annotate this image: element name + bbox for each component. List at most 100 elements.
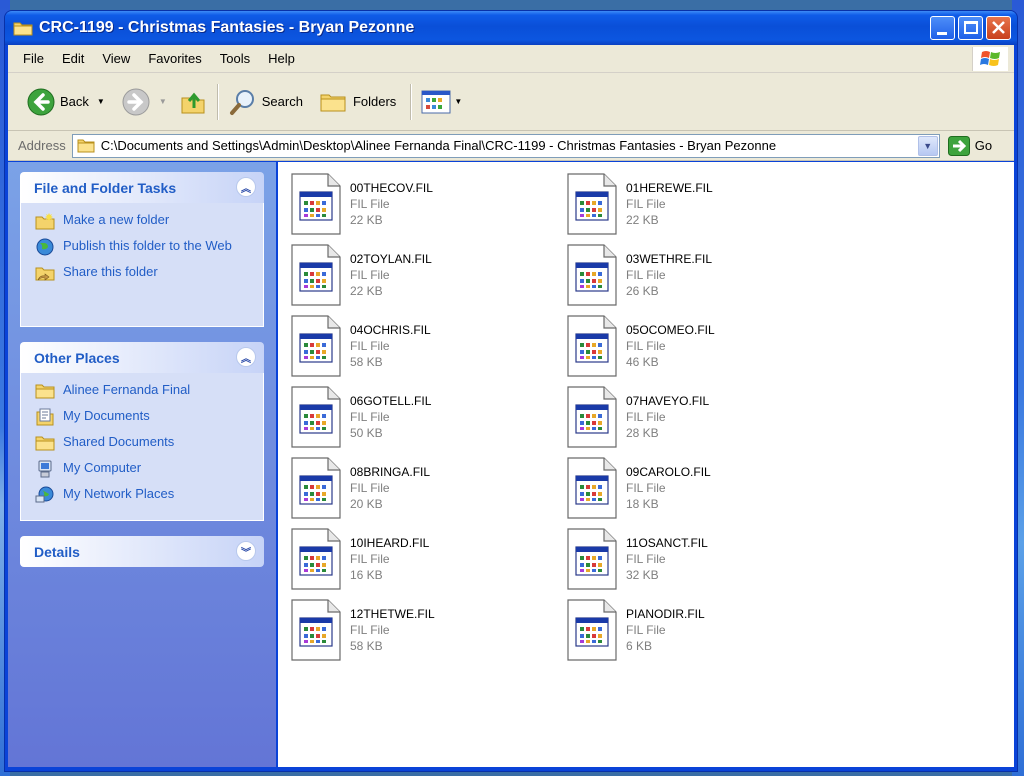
place-alinee-fernanda-final[interactable]: Alinee Fernanda Final xyxy=(35,382,253,400)
file-item[interactable]: 00THECOV.FIL FIL File 22 KB xyxy=(290,172,566,238)
file-name: 12THETWE.FIL xyxy=(350,607,435,621)
menu-bar: File Edit View Favorites Tools Help xyxy=(8,45,1014,73)
file-item[interactable]: 07HAVEYO.FIL FIL File 28 KB xyxy=(566,385,842,451)
forward-dropdown-icon[interactable]: ▼ xyxy=(159,97,167,106)
views-dropdown-icon[interactable]: ▼ xyxy=(454,97,462,106)
search-label: Search xyxy=(261,94,303,109)
file-type: FIL File xyxy=(626,197,666,211)
file-item[interactable]: 06GOTELL.FIL FIL File 50 KB xyxy=(290,385,566,451)
other-places-panel: Other Places ︽ Alinee Fernanda Final My … xyxy=(20,342,264,521)
menu-favorites[interactable]: Favorites xyxy=(139,51,210,66)
share-folder-link[interactable]: Share this folder xyxy=(35,264,253,282)
my-computer-icon xyxy=(38,460,52,478)
file-type: FIL File xyxy=(350,268,390,282)
forward-button[interactable]: ▼ xyxy=(117,82,171,122)
maximize-button[interactable] xyxy=(958,16,983,40)
menu-view[interactable]: View xyxy=(93,51,139,66)
folders-icon xyxy=(320,94,346,111)
window-bottom-border xyxy=(5,767,1017,771)
collapse-chevron-icon[interactable]: ︽ xyxy=(236,347,256,367)
file-type: FIL File xyxy=(626,481,666,495)
file-name: 04OCHRIS.FIL xyxy=(350,323,431,337)
up-folder-button[interactable] xyxy=(175,82,211,122)
fil-file-icon xyxy=(567,457,617,519)
go-button[interactable]: Go xyxy=(947,135,993,156)
folders-button[interactable]: Folders xyxy=(315,82,400,122)
file-item[interactable]: 11OSANCT.FIL FIL File 32 KB xyxy=(566,527,842,593)
address-path: C:\Documents and Settings\Admin\Desktop\… xyxy=(100,138,777,153)
file-item[interactable]: 05OCOMEO.FIL FIL File 46 KB xyxy=(566,314,842,380)
fil-file-icon xyxy=(291,173,341,235)
file-name: 01HEREWE.FIL xyxy=(626,181,713,195)
shared-folder-icon xyxy=(35,267,55,281)
menu-file[interactable]: File xyxy=(14,51,53,66)
menu-help[interactable]: Help xyxy=(259,51,304,66)
file-item[interactable]: 08BRINGA.FIL FIL File 20 KB xyxy=(290,456,566,522)
back-label: Back xyxy=(60,94,89,109)
go-arrow-icon xyxy=(947,135,970,156)
place-my-documents[interactable]: My Documents xyxy=(35,408,253,426)
go-label: Go xyxy=(974,138,993,153)
fil-file-icon xyxy=(567,386,617,448)
file-item[interactable]: 04OCHRIS.FIL FIL File 58 KB xyxy=(290,314,566,380)
menu-edit[interactable]: Edit xyxy=(53,51,93,66)
explorer-window: CRC-1199 - Christmas Fantasies - Bryan P… xyxy=(4,10,1018,772)
folder-icon xyxy=(13,22,33,36)
windows-logo-icon xyxy=(972,47,1008,71)
place-label: Shared Documents xyxy=(63,434,175,449)
collapse-chevron-icon[interactable]: ︽ xyxy=(236,177,256,197)
file-item[interactable]: 02TOYLAN.FIL FIL File 22 KB xyxy=(290,243,566,309)
file-name: 03WETHRE.FIL xyxy=(626,252,713,266)
file-folder-tasks-header[interactable]: File and Folder Tasks ︽ xyxy=(20,172,264,203)
fil-file-icon xyxy=(291,599,341,661)
file-size: 28 KB xyxy=(626,426,659,440)
file-name: 00THECOV.FIL xyxy=(350,181,433,195)
file-item[interactable]: 09CAROLO.FIL FIL File 18 KB xyxy=(566,456,842,522)
title-bar[interactable]: CRC-1199 - Christmas Fantasies - Bryan P… xyxy=(5,11,1017,45)
globe-icon xyxy=(36,238,54,256)
menu-tools[interactable]: Tools xyxy=(211,51,259,66)
file-type: FIL File xyxy=(626,623,666,637)
make-new-folder-link[interactable]: Make a new folder xyxy=(35,212,253,230)
place-shared-documents[interactable]: Shared Documents xyxy=(35,434,253,452)
place-my-network-places[interactable]: My Network Places xyxy=(35,486,253,504)
back-dropdown-icon[interactable]: ▼ xyxy=(97,97,105,106)
file-name: 07HAVEYO.FIL xyxy=(626,394,710,408)
minimize-button[interactable] xyxy=(930,16,955,40)
file-size: 58 KB xyxy=(350,355,383,369)
file-name: 06GOTELL.FIL xyxy=(350,394,432,408)
place-my-computer[interactable]: My Computer xyxy=(35,460,253,478)
file-item[interactable]: 03WETHRE.FIL FIL File 26 KB xyxy=(566,243,842,309)
back-arrow-icon xyxy=(27,88,55,115)
views-button[interactable]: ▼ xyxy=(417,82,466,122)
close-button[interactable] xyxy=(986,16,1011,40)
toolbar-separator-2 xyxy=(410,83,412,120)
search-button[interactable]: Search xyxy=(224,82,307,122)
place-label: My Documents xyxy=(63,408,150,423)
fil-file-icon xyxy=(291,244,341,306)
file-size: 16 KB xyxy=(350,568,383,582)
file-type: FIL File xyxy=(350,623,390,637)
fil-file-icon xyxy=(291,315,341,377)
address-dropdown-icon[interactable]: ▼ xyxy=(917,135,938,156)
publish-folder-link[interactable]: Publish this folder to the Web xyxy=(35,238,253,256)
address-input[interactable]: C:\Documents and Settings\Admin\Desktop\… xyxy=(71,133,940,158)
place-label: Alinee Fernanda Final xyxy=(63,382,191,397)
file-item[interactable]: 01HEREWE.FIL FIL File 22 KB xyxy=(566,172,842,238)
expand-chevron-icon[interactable]: ︾ xyxy=(236,541,256,561)
file-type: FIL File xyxy=(626,410,666,424)
folder-icon xyxy=(35,436,55,451)
back-button[interactable]: Back ▼ xyxy=(22,82,109,122)
file-item[interactable]: 12THETWE.FIL FIL File 58 KB xyxy=(290,598,566,664)
task-label: Share this folder xyxy=(63,264,158,279)
details-header[interactable]: Details ︾ xyxy=(20,536,264,567)
folders-label: Folders xyxy=(352,94,397,109)
file-item[interactable]: PIANODIR.FIL FIL File 6 KB xyxy=(566,598,842,664)
details-panel: Details ︾ xyxy=(20,536,264,567)
panel-title: Details xyxy=(34,543,80,560)
fil-file-icon xyxy=(567,315,617,377)
up-folder-icon xyxy=(181,92,205,113)
fil-file-icon xyxy=(567,599,617,661)
other-places-header[interactable]: Other Places ︽ xyxy=(20,342,264,373)
file-item[interactable]: 10IHEARD.FIL FIL File 16 KB xyxy=(290,527,566,593)
